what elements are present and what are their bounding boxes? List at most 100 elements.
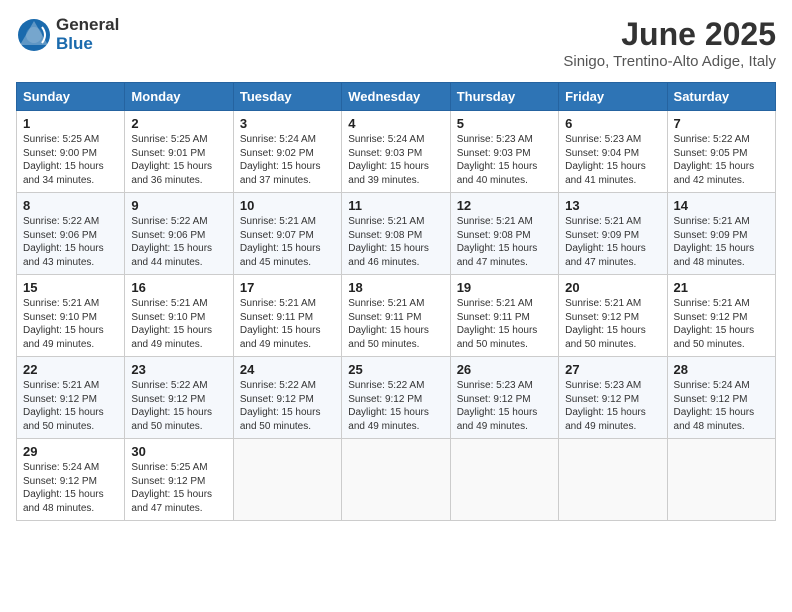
header-wednesday: Wednesday [342,83,450,111]
header-saturday: Saturday [667,83,775,111]
day-info: Sunrise: 5:22 AM Sunset: 9:06 PM Dayligh… [131,215,226,269]
logo-general-text: General [56,16,119,35]
day-info: Sunrise: 5:25 AM Sunset: 9:01 PM Dayligh… [131,133,226,187]
day-info: Sunrise: 5:21 AM Sunset: 9:11 PM Dayligh… [348,297,443,351]
day-number: 5 [457,116,552,131]
table-row [342,439,450,521]
day-number: 10 [240,198,335,213]
day-number: 16 [131,280,226,295]
table-row: 14 Sunrise: 5:21 AM Sunset: 9:09 PM Dayli… [667,193,775,275]
day-info: Sunrise: 5:23 AM Sunset: 9:12 PM Dayligh… [457,379,552,433]
day-number: 9 [131,198,226,213]
table-row: 19Sunrise: 5:21 AM Sunset: 9:11 PM Dayli… [450,275,558,357]
table-row: 25 Sunrise: 5:22 AM Sunset: 9:12 PM Dayli… [342,357,450,439]
day-number: 25 [348,362,443,377]
day-info: Sunrise: 5:21 AM Sunset: 9:11 PM Dayligh… [457,297,552,351]
table-row: 21 Sunrise: 5:21 AM Sunset: 9:12 PM Dayli… [667,275,775,357]
day-info: Sunrise: 5:24 AM Sunset: 9:12 PM Dayligh… [23,461,118,515]
table-row: 2 Sunrise: 5:25 AM Sunset: 9:01 PM Daylig… [125,111,233,193]
header-monday: Monday [125,83,233,111]
table-row: 15Sunrise: 5:21 AM Sunset: 9:10 PM Dayli… [17,275,125,357]
day-info: Sunrise: 5:21 AM Sunset: 9:08 PM Dayligh… [348,215,443,269]
day-info: Sunrise: 5:22 AM Sunset: 9:05 PM Dayligh… [674,133,769,187]
day-number: 12 [457,198,552,213]
calendar-week-row: 15Sunrise: 5:21 AM Sunset: 9:10 PM Dayli… [17,275,776,357]
header-friday: Friday [559,83,667,111]
day-number: 26 [457,362,552,377]
table-row: 3 Sunrise: 5:24 AM Sunset: 9:02 PM Daylig… [233,111,341,193]
calendar-week-row: 8Sunrise: 5:22 AM Sunset: 9:06 PM Daylig… [17,193,776,275]
day-number: 3 [240,116,335,131]
day-number: 18 [348,280,443,295]
table-row: 6Sunrise: 5:23 AM Sunset: 9:04 PM Daylig… [559,111,667,193]
day-info: Sunrise: 5:21 AM Sunset: 9:12 PM Dayligh… [23,379,118,433]
table-row [233,439,341,521]
day-info: Sunrise: 5:21 AM Sunset: 9:12 PM Dayligh… [565,297,660,351]
logo: General Blue [16,16,119,53]
day-number: 14 [674,198,769,213]
day-number: 30 [131,444,226,459]
table-row: 27 Sunrise: 5:23 AM Sunset: 9:12 PM Dayli… [559,357,667,439]
table-row: 29Sunrise: 5:24 AM Sunset: 9:12 PM Dayli… [17,439,125,521]
calendar-table: Sunday Monday Tuesday Wednesday Thursday… [16,82,776,521]
table-row: 12 Sunrise: 5:21 AM Sunset: 9:08 PM Dayli… [450,193,558,275]
day-number: 21 [674,280,769,295]
day-info: Sunrise: 5:21 AM Sunset: 9:09 PM Dayligh… [565,215,660,269]
day-info: Sunrise: 5:21 AM Sunset: 9:11 PM Dayligh… [240,297,335,351]
table-row: 13 Sunrise: 5:21 AM Sunset: 9:09 PM Dayli… [559,193,667,275]
table-row [450,439,558,521]
table-row: 23 Sunrise: 5:22 AM Sunset: 9:12 PM Dayli… [125,357,233,439]
header-sunday: Sunday [17,83,125,111]
day-number: 22 [23,362,118,377]
day-info: Sunrise: 5:23 AM Sunset: 9:12 PM Dayligh… [565,379,660,433]
day-number: 17 [240,280,335,295]
calendar-week-row: 29Sunrise: 5:24 AM Sunset: 9:12 PM Dayli… [17,439,776,521]
table-row [667,439,775,521]
day-info: Sunrise: 5:24 AM Sunset: 9:12 PM Dayligh… [674,379,769,433]
day-info: Sunrise: 5:22 AM Sunset: 9:12 PM Dayligh… [348,379,443,433]
day-info: Sunrise: 5:21 AM Sunset: 9:10 PM Dayligh… [131,297,226,351]
day-number: 4 [348,116,443,131]
table-row: 24 Sunrise: 5:22 AM Sunset: 9:12 PM Dayli… [233,357,341,439]
day-info: Sunrise: 5:25 AM Sunset: 9:12 PM Dayligh… [131,461,226,515]
day-info: Sunrise: 5:21 AM Sunset: 9:09 PM Dayligh… [674,215,769,269]
calendar-title: June 2025 [563,16,776,53]
day-info: Sunrise: 5:22 AM Sunset: 9:12 PM Dayligh… [240,379,335,433]
table-row: 18 Sunrise: 5:21 AM Sunset: 9:11 PM Dayli… [342,275,450,357]
table-row: 9 Sunrise: 5:22 AM Sunset: 9:06 PM Daylig… [125,193,233,275]
day-number: 13 [565,198,660,213]
table-row: 16 Sunrise: 5:21 AM Sunset: 9:10 PM Dayli… [125,275,233,357]
header-tuesday: Tuesday [233,83,341,111]
table-row: 8Sunrise: 5:22 AM Sunset: 9:06 PM Daylig… [17,193,125,275]
table-row: 30 Sunrise: 5:25 AM Sunset: 9:12 PM Dayli… [125,439,233,521]
day-info: Sunrise: 5:23 AM Sunset: 9:04 PM Dayligh… [565,133,660,187]
table-row: 4 Sunrise: 5:24 AM Sunset: 9:03 PM Daylig… [342,111,450,193]
calendar-week-row: 1 Sunrise: 5:25 AM Sunset: 9:00 PM Daylig… [17,111,776,193]
day-info: Sunrise: 5:24 AM Sunset: 9:03 PM Dayligh… [348,133,443,187]
page-header: General Blue June 2025 Sinigo, Trentino-… [16,16,776,70]
day-info: Sunrise: 5:21 AM Sunset: 9:10 PM Dayligh… [23,297,118,351]
table-row: 1 Sunrise: 5:25 AM Sunset: 9:00 PM Daylig… [17,111,125,193]
day-number: 2 [131,116,226,131]
day-number: 27 [565,362,660,377]
day-info: Sunrise: 5:22 AM Sunset: 9:12 PM Dayligh… [131,379,226,433]
day-info: Sunrise: 5:25 AM Sunset: 9:00 PM Dayligh… [23,133,118,187]
table-row: 5 Sunrise: 5:23 AM Sunset: 9:03 PM Daylig… [450,111,558,193]
day-number: 20 [565,280,660,295]
day-number: 23 [131,362,226,377]
day-number: 28 [674,362,769,377]
day-info: Sunrise: 5:21 AM Sunset: 9:12 PM Dayligh… [674,297,769,351]
day-number: 1 [23,116,118,131]
day-number: 11 [348,198,443,213]
day-number: 7 [674,116,769,131]
table-row: 11 Sunrise: 5:21 AM Sunset: 9:08 PM Dayli… [342,193,450,275]
calendar-week-row: 22 Sunrise: 5:21 AM Sunset: 9:12 PM Dayli… [17,357,776,439]
day-info: Sunrise: 5:21 AM Sunset: 9:08 PM Dayligh… [457,215,552,269]
day-info: Sunrise: 5:24 AM Sunset: 9:02 PM Dayligh… [240,133,335,187]
logo-blue-text: Blue [56,35,119,54]
day-info: Sunrise: 5:22 AM Sunset: 9:06 PM Dayligh… [23,215,118,269]
table-row: 26 Sunrise: 5:23 AM Sunset: 9:12 PM Dayli… [450,357,558,439]
day-info: Sunrise: 5:23 AM Sunset: 9:03 PM Dayligh… [457,133,552,187]
day-info: Sunrise: 5:21 AM Sunset: 9:07 PM Dayligh… [240,215,335,269]
day-number: 24 [240,362,335,377]
